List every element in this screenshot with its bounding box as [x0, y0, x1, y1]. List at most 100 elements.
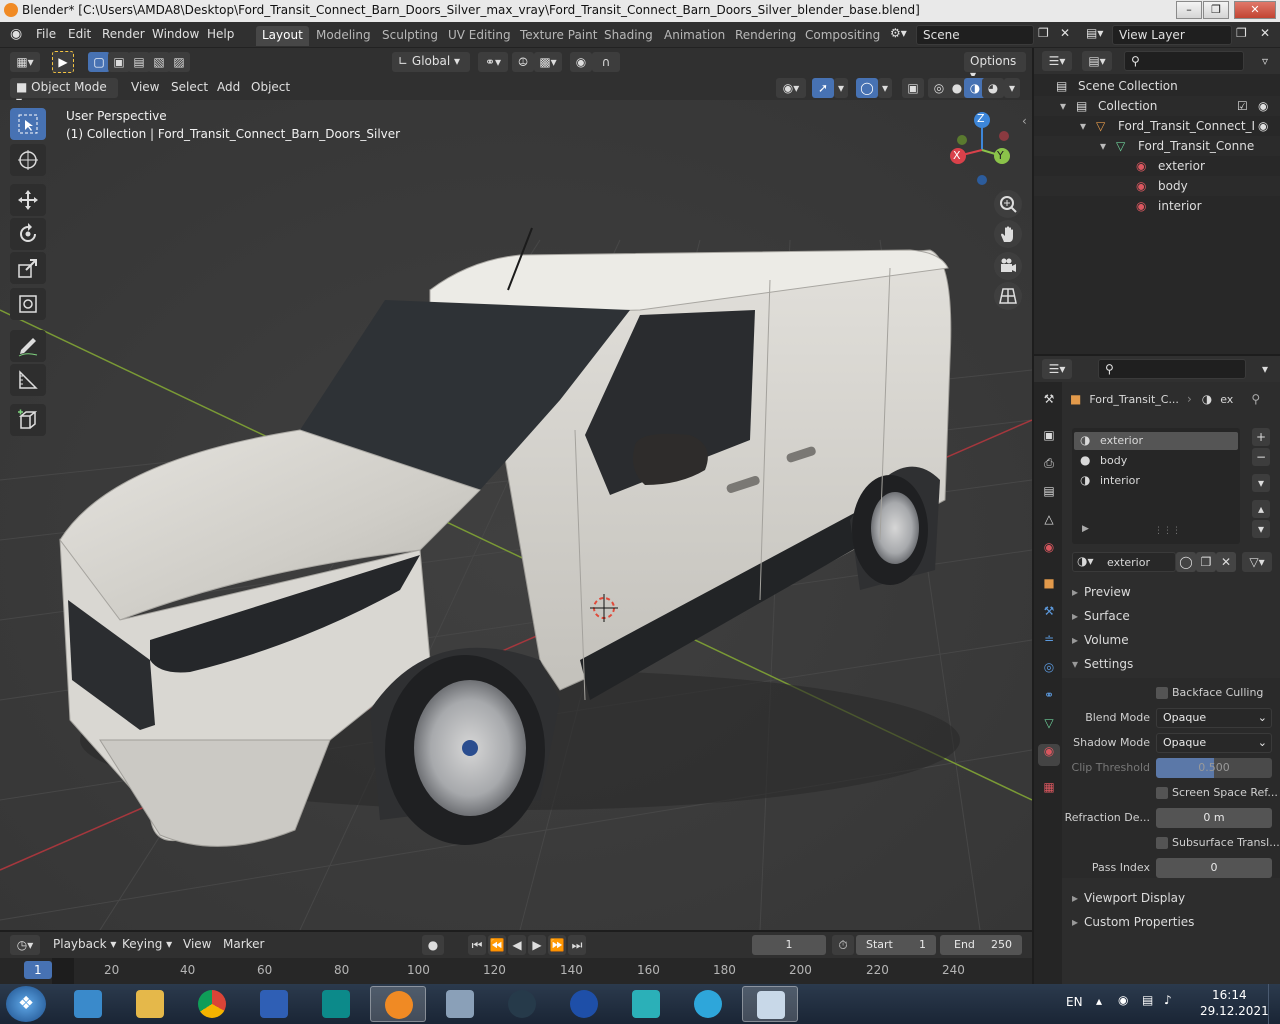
- shadow-mode-dropdown[interactable]: Opaque ⌄: [1156, 733, 1272, 753]
- tool-add-cube[interactable]: [10, 404, 46, 436]
- gizmo-dropdown-icon[interactable]: ▾: [834, 78, 848, 98]
- jump-start-icon[interactable]: ⏮: [468, 935, 486, 955]
- resize-handle-icon[interactable]: ⋮⋮⋮: [1154, 526, 1181, 536]
- tool-measure[interactable]: [10, 364, 46, 396]
- tab-mesh-data-icon[interactable]: ▽: [1038, 716, 1060, 738]
- shading-dropdown-icon[interactable]: ▾: [1004, 78, 1020, 98]
- taskbar-app-blender[interactable]: [370, 986, 426, 1022]
- exclude-checkbox-icon[interactable]: ☑: [1237, 99, 1248, 113]
- backface-culling-checkbox[interactable]: [1156, 687, 1168, 699]
- pivot-point-icon[interactable]: ⚭▾: [478, 52, 508, 72]
- new-view-layer-icon[interactable]: ❐: [1236, 26, 1247, 40]
- pass-index-field[interactable]: 0: [1156, 858, 1272, 878]
- tab-sculpting[interactable]: Sculpting: [376, 26, 444, 46]
- zoom-button[interactable]: [994, 190, 1022, 218]
- editor-type-icon[interactable]: ▦▾: [10, 52, 40, 72]
- sidebar-toggle-icon[interactable]: ‹: [1022, 114, 1027, 128]
- duplicate-material-icon[interactable]: ❐: [1196, 552, 1216, 572]
- language-indicator[interactable]: EN: [1066, 995, 1083, 1009]
- volume-icon[interactable]: ♪: [1164, 993, 1172, 1007]
- select-mode-invert-icon[interactable]: ▧: [148, 52, 170, 72]
- panel-preview[interactable]: ▸ Preview: [1062, 582, 1280, 604]
- clock-date[interactable]: 29.12.2021: [1200, 1004, 1269, 1018]
- add-material-slot-button[interactable]: +: [1252, 428, 1270, 446]
- tab-shading[interactable]: Shading: [598, 26, 659, 46]
- viewport-menu-view[interactable]: View: [131, 80, 159, 94]
- remove-material-slot-button[interactable]: −: [1252, 448, 1270, 466]
- fake-user-shield-icon[interactable]: ◯: [1176, 552, 1196, 572]
- outliner-row-material[interactable]: ◉ interior: [1034, 196, 1280, 216]
- taskbar-app-max[interactable]: [308, 986, 364, 1022]
- view-layer-icon[interactable]: ▤▾: [1086, 26, 1103, 40]
- tab-modifier-wrench-icon[interactable]: ⚒: [1038, 604, 1060, 626]
- close-button[interactable]: ✕: [1234, 1, 1276, 19]
- tab-material-icon[interactable]: ◉: [1038, 744, 1060, 766]
- timeline-menu-view[interactable]: View: [183, 937, 211, 951]
- move-slot-up-button[interactable]: ▴: [1252, 500, 1270, 518]
- clip-threshold-slider[interactable]: 0.500: [1156, 758, 1272, 778]
- tab-texture-icon[interactable]: ▦: [1038, 780, 1060, 802]
- outliner-row-object[interactable]: ▾ ▽ Ford_Transit_Connect_I ◉: [1034, 116, 1280, 136]
- tab-particles-icon[interactable]: ≐: [1038, 632, 1060, 654]
- visibility-eye-icon[interactable]: ◉: [1258, 119, 1268, 133]
- proportional-falloff-icon[interactable]: ∩: [592, 52, 620, 72]
- start-frame-field[interactable]: Start 1: [856, 935, 936, 955]
- outliner-row-material[interactable]: ◉ body: [1034, 176, 1280, 196]
- expand-arrow-icon[interactable]: ▾: [1100, 139, 1106, 153]
- unlink-material-icon[interactable]: ✕: [1216, 552, 1236, 572]
- snap-target-icon[interactable]: ▩▾: [534, 52, 562, 72]
- new-scene-icon[interactable]: ❐: [1038, 26, 1049, 40]
- perspective-toggle-button[interactable]: [994, 282, 1022, 310]
- select-box-tool-icon[interactable]: ▶: [52, 51, 74, 73]
- taskbar-app-telegram[interactable]: [680, 986, 736, 1022]
- tab-animation[interactable]: Animation: [658, 26, 731, 46]
- tray-expand-icon[interactable]: ▴: [1096, 994, 1102, 1008]
- menu-help[interactable]: Help: [207, 27, 234, 41]
- jump-keyframe-back-icon[interactable]: ⏪: [488, 935, 506, 955]
- timeline-editor-type-icon[interactable]: ◷▾: [10, 935, 40, 955]
- properties-options-icon[interactable]: ▾: [1254, 359, 1276, 379]
- visibility-eye-icon[interactable]: ◉: [1258, 99, 1268, 113]
- timeline-scrubber[interactable]: 1 20 40 60 80 100 120 140 160 180 200 22…: [0, 958, 1032, 984]
- overlay-toggle-icon[interactable]: ◯: [856, 78, 878, 98]
- minimize-button[interactable]: –: [1176, 1, 1202, 19]
- tool-annotate[interactable]: [10, 330, 46, 362]
- tab-output-icon[interactable]: ⎙: [1038, 456, 1060, 478]
- tool-select-box[interactable]: [10, 108, 46, 140]
- taskbar-app-chrome[interactable]: [184, 986, 240, 1022]
- panel-volume[interactable]: ▸ Volume: [1062, 630, 1280, 652]
- jump-keyframe-forward-icon[interactable]: ⏩: [548, 935, 566, 955]
- timeline-menu-marker[interactable]: Marker: [223, 937, 264, 951]
- refraction-depth-field[interactable]: 0 m: [1156, 808, 1272, 828]
- material-specials-button[interactable]: ▾: [1252, 474, 1270, 492]
- pin-icon[interactable]: ⚲: [1251, 392, 1260, 406]
- tab-constraints-icon[interactable]: ⚭: [1038, 688, 1060, 710]
- panel-surface[interactable]: ▸ Surface: [1062, 606, 1280, 628]
- start-button[interactable]: ❖: [6, 986, 46, 1022]
- tab-texture-paint[interactable]: Texture Paint: [514, 26, 603, 46]
- select-mode-new-icon[interactable]: ▢: [88, 52, 110, 72]
- taskbar-app-3dsmax[interactable]: [60, 986, 116, 1022]
- scene-field[interactable]: Scene: [916, 25, 1034, 45]
- outliner-editor-type-icon[interactable]: ☰▾: [1042, 51, 1072, 71]
- menu-render[interactable]: Render: [102, 27, 145, 41]
- tab-scene-icon[interactable]: △: [1038, 512, 1060, 534]
- menu-edit[interactable]: Edit: [68, 27, 91, 41]
- taskbar-app-notes[interactable]: [742, 986, 798, 1022]
- tab-modeling[interactable]: Modeling: [310, 26, 377, 46]
- outliner-row-material[interactable]: ◉ exterior: [1034, 156, 1280, 176]
- taskbar-app-explorer[interactable]: [122, 986, 178, 1022]
- tab-compositing[interactable]: Compositing: [799, 26, 886, 46]
- transform-orientation-dropdown[interactable]: ∟ Global ▾: [392, 52, 470, 72]
- move-slot-down-button[interactable]: ▾: [1252, 520, 1270, 538]
- tab-object-icon[interactable]: ■: [1038, 576, 1060, 598]
- outliner-search-input[interactable]: ⚲: [1124, 51, 1244, 71]
- blend-mode-dropdown[interactable]: Opaque ⌄: [1156, 708, 1272, 728]
- camera-view-button[interactable]: [994, 252, 1022, 280]
- visibility-eye-icon[interactable]: ◉▾: [776, 78, 806, 98]
- taskbar-app-maya[interactable]: [618, 986, 674, 1022]
- select-mode-extend-icon[interactable]: ▣: [108, 52, 130, 72]
- timeline-menu-playback[interactable]: Playback ▾: [53, 937, 116, 951]
- proportional-editing-icon[interactable]: ◉: [570, 52, 592, 72]
- screen-space-refraction-checkbox[interactable]: [1156, 787, 1168, 799]
